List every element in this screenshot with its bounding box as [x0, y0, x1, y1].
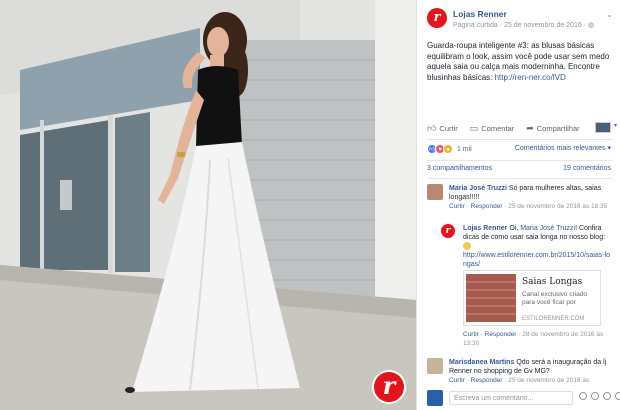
- shares-count-link[interactable]: 3 compartilhamentos: [427, 165, 492, 172]
- wow-reaction-icon: ●: [443, 144, 453, 154]
- post-meta: Página curtida · 25 de novembro de 2016 …: [453, 21, 594, 29]
- divider: [427, 139, 613, 140]
- stats-row: 3 compartilhamentos 19 comentários: [427, 165, 617, 175]
- reactions-row[interactable]: 👍︎ ♥ ● 1 mil Comentários mais relevantes ▾: [427, 144, 617, 156]
- comment-date[interactable]: 25 de novembro de 2016 às: [508, 377, 589, 384]
- comment-input[interactable]: [449, 391, 573, 405]
- smiley-emoji-icon: [463, 242, 471, 251]
- comment-item: Maria José Truzzi Só para mulheres altas…: [427, 184, 617, 224]
- link-domain: ESTILORENNER.COM: [522, 316, 585, 322]
- post-photo[interactable]: r: [0, 0, 416, 410]
- comment-reply-link[interactable]: Responder: [471, 377, 503, 384]
- post-meta-text: Página curtida · 25 de novembro de 2016 …: [453, 22, 587, 29]
- comment-like-link[interactable]: Curtir: [449, 203, 465, 210]
- link-title[interactable]: Saias Longas: [522, 277, 582, 287]
- commenter-avatar[interactable]: [427, 358, 443, 374]
- composer-icons: [579, 392, 620, 400]
- reply-meta: Curtir · Responder · 28 de novembro de 2…: [463, 331, 604, 347]
- comment-author[interactable]: Marisdanea Martins: [449, 359, 514, 366]
- like-button[interactable]: 👍︎ Curtir: [427, 123, 458, 134]
- comment-sort-dropdown[interactable]: Comentários mais relevantes ▾: [515, 144, 611, 152]
- post-link[interactable]: http://ren-ner.co/lVD: [495, 73, 566, 82]
- comment-button[interactable]: ▭ Comentar: [470, 123, 514, 134]
- camera-icon[interactable]: [591, 392, 599, 400]
- reactions-count[interactable]: 1 mil: [457, 146, 472, 153]
- caret-down-icon[interactable]: ▾: [614, 122, 617, 129]
- share-arrow-icon: ➦: [526, 122, 534, 133]
- comments-count-link[interactable]: 19 comentários: [563, 165, 611, 172]
- comment-item: Marisdanea Martins Qdo será a inauguraçã…: [427, 358, 617, 386]
- page-avatar[interactable]: r: [427, 8, 447, 28]
- chevron-down-icon[interactable]: ⌄: [606, 10, 613, 19]
- share-label: Compartilhar: [536, 123, 580, 133]
- post-actions: 👍︎ Curtir ▭ Comentar ➦ Compartilhar ▾: [427, 121, 617, 135]
- globe-icon: ◍: [588, 22, 595, 29]
- comment-body: Marisdanea Martins Qdo será a inauguraçã…: [449, 358, 615, 385]
- reply-body: Lojas Renner Oi, Maria José Truzzi! Conf…: [463, 224, 613, 269]
- reply-like-link[interactable]: Curtir: [463, 331, 479, 338]
- like-label: Curtir: [439, 123, 458, 133]
- link-description: Canal exclusivo criado para você ficar p…: [522, 291, 588, 306]
- divider: [427, 160, 613, 161]
- reply-reply-link[interactable]: Responder: [485, 331, 517, 338]
- comment-author[interactable]: Maria José Truzzi: [449, 185, 507, 192]
- emoji-icon[interactable]: [579, 392, 587, 400]
- share-audience-thumb[interactable]: [595, 122, 611, 133]
- commenter-avatar[interactable]: [427, 184, 443, 200]
- knit-top-illustration: [466, 274, 516, 322]
- comment-icon: ▭: [469, 122, 479, 133]
- comment-reply-link[interactable]: Responder: [471, 203, 503, 210]
- comment-body: Maria José Truzzi Só para mulheres altas…: [449, 184, 609, 211]
- thumbs-up-icon: 👍︎: [427, 122, 437, 133]
- comment-label: Comentar: [481, 123, 515, 133]
- comment-composer: [427, 388, 620, 408]
- link-preview-image: [466, 274, 516, 322]
- current-user-avatar: [427, 390, 443, 406]
- comment-meta: Curtir · Responder · 25 de novembro de 2…: [449, 203, 608, 210]
- comment-meta: Curtir · Responder · 25 de novembro de 2…: [449, 377, 590, 384]
- reply-text-before: Oi,: [509, 225, 521, 232]
- reply-url[interactable]: http://www.estilorenner.com.br/2015/10/s…: [463, 251, 613, 269]
- share-button[interactable]: ➦ Compartilhar: [526, 123, 579, 134]
- page-name-link[interactable]: Lojas Renner: [453, 9, 507, 19]
- post-side-panel: r Lojas Renner Página curtida · 25 de no…: [416, 0, 620, 410]
- sticker-icon[interactable]: [615, 392, 620, 400]
- comment-like-link[interactable]: Curtir: [449, 377, 465, 384]
- divider: [427, 178, 613, 179]
- post-header: r Lojas Renner Página curtida · 25 de no…: [427, 8, 617, 34]
- link-preview-card[interactable]: Saias Longas Canal exclusivo criado para…: [463, 270, 601, 326]
- reply-page-avatar[interactable]: r: [441, 224, 455, 238]
- comment-date[interactable]: 25 de novembro de 2016 às 18:35: [508, 203, 607, 210]
- reply-mention[interactable]: Maria José Truzzi: [520, 225, 575, 232]
- gif-icon[interactable]: [603, 392, 611, 400]
- photo-scene: [0, 0, 416, 410]
- sort-label: Comentários mais relevantes: [514, 145, 606, 152]
- renner-logo-badge: r: [372, 370, 406, 404]
- reply-author[interactable]: Lojas Renner: [463, 225, 507, 232]
- post-text: Guarda-roupa inteligente #3: as blusas b…: [427, 41, 613, 83]
